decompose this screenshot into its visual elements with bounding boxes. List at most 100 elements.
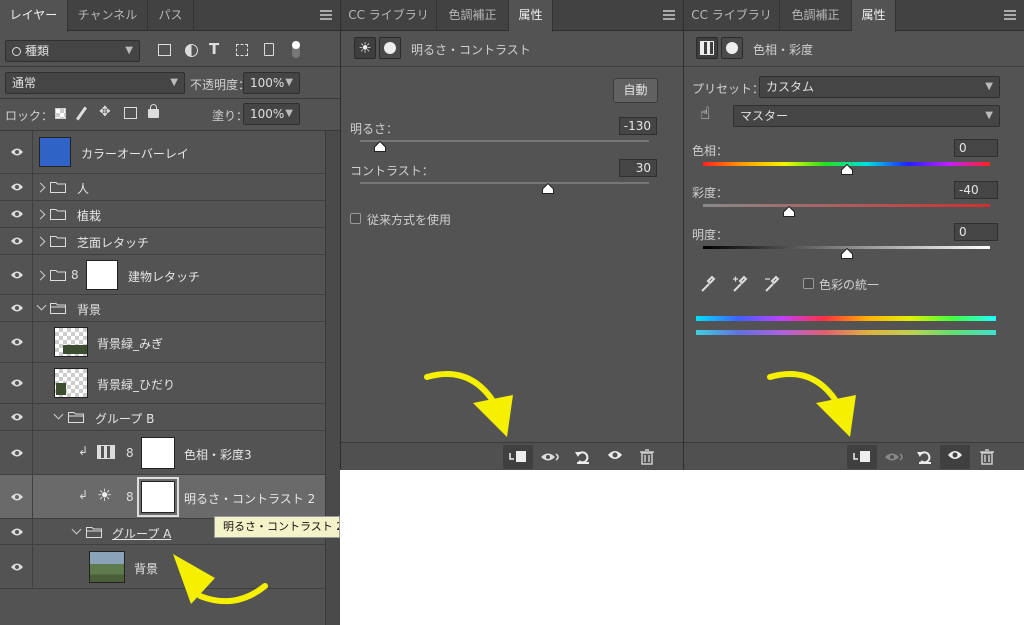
legacy-checkbox[interactable] (350, 213, 361, 224)
brightness-slider-knob[interactable] (374, 140, 387, 152)
tab-properties[interactable]: 属性 (852, 0, 896, 32)
panel-menu-icon[interactable] (1004, 10, 1016, 20)
tab-cc-libraries[interactable]: CC ライブラリ (684, 0, 780, 31)
lock-all-icon[interactable] (148, 104, 159, 118)
layer-row[interactable]: 背景 (0, 295, 325, 322)
layer-row[interactable]: カラーオーバーレイ (0, 131, 325, 174)
chevron-right-icon[interactable] (35, 270, 46, 281)
link-icon[interactable]: 8 (126, 490, 134, 504)
preset-select[interactable]: カスタム ▼ (759, 76, 1000, 98)
mask-thumbnail[interactable] (141, 437, 175, 469)
eye-icon[interactable] (10, 527, 24, 537)
hue-slider-knob[interactable] (840, 163, 853, 175)
eye-icon[interactable] (10, 337, 24, 347)
eye-icon[interactable] (10, 209, 24, 219)
layer-row[interactable]: グループ B (0, 404, 325, 431)
saturation-slider-knob[interactable] (783, 205, 796, 217)
filter-pixel-icon[interactable] (158, 44, 171, 56)
filter-adjustment-icon[interactable] (185, 44, 198, 57)
colorize-checkbox[interactable] (803, 278, 814, 289)
fill-field[interactable]: 100% ▼ (243, 103, 300, 125)
chevron-down-icon[interactable]: ▼ (985, 77, 993, 97)
contrast-slider-track[interactable] (360, 182, 649, 184)
layer-row[interactable]: 植栽 (0, 201, 325, 228)
tab-properties[interactable]: 属性 (509, 0, 553, 32)
eye-icon[interactable] (10, 412, 24, 422)
trash-icon[interactable] (632, 445, 662, 469)
eye-icon[interactable] (10, 448, 24, 458)
filter-shape-icon[interactable] (236, 44, 248, 56)
eyedropper-plus-icon[interactable] (732, 275, 748, 296)
layer-row[interactable]: 背景緑_みぎ (0, 322, 325, 363)
targeted-adjustment-hand-icon[interactable]: ☝ (700, 104, 710, 124)
tab-adjustments[interactable]: 色調補正 (780, 0, 852, 31)
mask-icon[interactable] (379, 37, 401, 59)
lock-paint-icon[interactable] (75, 106, 88, 121)
tab-paths[interactable]: パス (148, 0, 194, 31)
lock-artboard-icon[interactable] (124, 107, 137, 119)
eye-icon[interactable] (10, 270, 24, 280)
tab-layers[interactable]: レイヤー (0, 0, 68, 32)
panel-menu-icon[interactable] (663, 10, 675, 20)
brightness-contrast-icon[interactable]: ☀ (354, 37, 376, 59)
layer-row[interactable]: 背景 (0, 545, 325, 589)
filter-smart-object-icon[interactable] (264, 43, 274, 56)
chevron-right-icon[interactable] (35, 209, 46, 220)
chevron-right-icon[interactable] (35, 182, 46, 193)
eye-icon[interactable] (10, 492, 24, 502)
hue-value-field[interactable]: 0 (954, 139, 998, 157)
reset-button[interactable] (910, 445, 940, 469)
chevron-down-icon[interactable]: ▼ (985, 106, 993, 126)
mask-thumbnail[interactable] (137, 477, 179, 517)
chevron-down-icon[interactable] (71, 524, 82, 535)
reset-button[interactable] (568, 445, 598, 469)
layer-row[interactable]: 背景緑_ひだり (0, 363, 325, 404)
toggle-visibility-button[interactable] (600, 445, 630, 469)
eye-icon[interactable] (10, 182, 24, 192)
lightness-value-field[interactable]: 0 (954, 223, 998, 241)
contrast-slider-knob[interactable] (541, 182, 554, 194)
brightness-slider-track[interactable] (360, 140, 649, 142)
clip-to-layer-button[interactable] (503, 445, 533, 469)
blend-mode-select[interactable]: 通常 ▼ (5, 72, 185, 94)
chevron-down-icon[interactable] (36, 300, 47, 311)
mask-icon[interactable] (721, 37, 743, 59)
layer-row[interactable]: ↲ 8 色相・彩度3 (0, 431, 325, 475)
layer-list-scrollbar[interactable] (325, 131, 340, 625)
tab-channels[interactable]: チャンネル (68, 0, 148, 31)
contrast-value-field[interactable]: 30 (619, 159, 657, 177)
eyedropper-minus-icon[interactable] (764, 275, 780, 296)
channel-select[interactable]: マスター ▼ (733, 105, 1000, 127)
clip-to-layer-button[interactable] (847, 445, 877, 469)
lightness-slider-knob[interactable] (840, 247, 853, 259)
eye-icon[interactable] (10, 378, 24, 388)
filter-kind-select[interactable]: 種類 ▼ (5, 40, 140, 62)
saturation-slider-track[interactable] (703, 204, 990, 207)
brightness-value-field[interactable]: -130 (619, 117, 657, 135)
opacity-field[interactable]: 100% ▼ (243, 72, 300, 94)
eye-icon[interactable] (10, 147, 24, 157)
chevron-right-icon[interactable] (35, 236, 46, 247)
mask-thumbnail[interactable] (86, 260, 118, 290)
eye-icon[interactable] (10, 562, 24, 572)
filter-type-icon[interactable]: T (209, 40, 219, 58)
eyedropper-icon[interactable] (700, 275, 716, 296)
trash-icon[interactable] (972, 445, 1002, 469)
layer-row[interactable]: 8 建物レタッチ (0, 255, 325, 295)
saturation-value-field[interactable]: -40 (954, 181, 998, 199)
view-previous-state-button[interactable] (880, 445, 910, 469)
eye-icon[interactable] (10, 303, 24, 313)
hue-saturation-icon[interactable] (696, 37, 718, 59)
lock-transparent-icon[interactable] (55, 108, 66, 119)
lock-move-icon[interactable]: ✥ (99, 104, 111, 120)
auto-button[interactable]: 自動 (613, 78, 658, 103)
panel-menu-icon[interactable] (320, 10, 332, 20)
link-icon[interactable]: 8 (126, 446, 134, 460)
layer-row[interactable]: 芝面レタッチ (0, 228, 325, 255)
layer-row-selected[interactable]: ↲ ☀ 8 明るさ・コントラスト 2 (0, 475, 325, 519)
filter-toggle-icon[interactable] (292, 41, 300, 58)
link-icon[interactable]: 8 (71, 268, 79, 282)
layer-row[interactable]: 人 (0, 174, 325, 201)
view-previous-state-button[interactable] (536, 445, 566, 469)
eye-icon[interactable] (10, 236, 24, 246)
